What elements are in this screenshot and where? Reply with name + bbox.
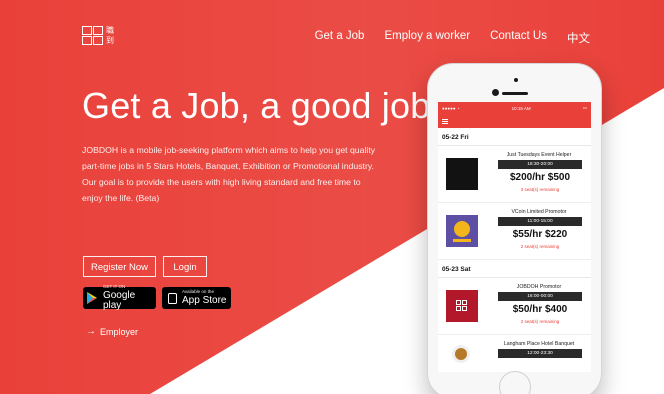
phone-mockup: ●●●●● ◔ 10:15 AM ▭ 05-22 Fri Just Tuesda… bbox=[427, 63, 602, 394]
job-time: 11:00-15:00 bbox=[498, 217, 582, 226]
phone-sensor-icon bbox=[514, 78, 518, 82]
nav-contact-us[interactable]: Contact Us bbox=[490, 30, 547, 46]
app-store-small-text: Available on the bbox=[182, 289, 214, 295]
phone-app-bar bbox=[438, 114, 591, 128]
hero-description: JOBDOH is a mobile job-seeking platform … bbox=[82, 142, 382, 206]
job-card[interactable]: Langham Place Hotel Banquet 12:00-23:30 bbox=[438, 335, 591, 372]
jobdoh-logo-icon bbox=[456, 300, 468, 312]
job-name: Just Tuesdays Event Helper bbox=[506, 152, 572, 158]
register-button[interactable]: Register Now bbox=[83, 256, 156, 277]
nav-language-chinese[interactable]: 中文 bbox=[567, 30, 590, 46]
jobdoh-logo[interactable]: 職到 bbox=[82, 26, 122, 46]
job-price: $50/hr $400 bbox=[512, 304, 568, 315]
top-nav: Get a Job Employ a worker Contact Us 中文 bbox=[315, 30, 590, 46]
job-seats-remaining: 2 seat(s) remaining bbox=[520, 244, 560, 249]
job-name: VCoin Limited Promotor bbox=[511, 209, 567, 215]
battery-icon: ▭ bbox=[582, 105, 587, 110]
hero-title: Get a Job, a good job bbox=[82, 85, 431, 126]
app-store-big-text: App Store bbox=[182, 294, 227, 306]
date-header: 05-23 Sat bbox=[438, 260, 591, 278]
google-play-badge[interactable]: GET IT ON Google play bbox=[83, 284, 156, 311]
phone-camera-icon bbox=[492, 89, 499, 96]
job-seats-remaining: 2 seat(s) remaining bbox=[520, 319, 560, 324]
job-price: $55/hr $220 bbox=[512, 229, 568, 240]
menu-icon[interactable] bbox=[442, 118, 448, 124]
phone-screen: ●●●●● ◔ 10:15 AM ▭ 05-22 Fri Just Tuesda… bbox=[438, 102, 591, 372]
job-price: $200/hr $500 bbox=[509, 172, 571, 183]
job-card[interactable]: Just Tuesdays Event Helper 18:30-20:00 $… bbox=[438, 146, 591, 203]
apple-icon bbox=[166, 291, 178, 305]
employer-link[interactable]: → Employer bbox=[86, 326, 139, 338]
job-card[interactable]: JOBDOH Promotor 16:00-00:00 $50/hr $400 … bbox=[438, 278, 591, 335]
job-name: JOBDOH Promotor bbox=[516, 284, 562, 290]
google-play-small-text: GET IT ON bbox=[102, 284, 126, 290]
google-play-big-text: Google play bbox=[102, 289, 136, 311]
job-seats-remaining: 3 seat(s) remaining bbox=[520, 187, 560, 192]
job-thumbnail bbox=[446, 158, 478, 190]
job-name: Langham Place Hotel Banquet bbox=[503, 341, 575, 347]
job-time: 16:00-00:00 bbox=[498, 292, 582, 301]
phone-status-bar: ●●●●● ◔ 10:15 AM ▭ bbox=[438, 102, 591, 114]
date-header: 05-22 Fri bbox=[438, 128, 591, 146]
hero-description-line-1: JOBDOH is a mobile job-seeking platform … bbox=[82, 145, 376, 171]
job-thumbnail bbox=[452, 345, 470, 363]
phone-home-button bbox=[499, 371, 531, 394]
nav-employ-a-worker[interactable]: Employ a worker bbox=[384, 30, 470, 46]
job-thumbnail bbox=[446, 215, 478, 247]
status-time: 10:15 AM bbox=[511, 105, 531, 111]
logo-chinese-text: 職到 bbox=[106, 26, 115, 45]
login-button[interactable]: Login bbox=[163, 256, 207, 277]
job-thumbnail bbox=[446, 290, 478, 322]
logo-mark-icon bbox=[82, 26, 104, 46]
hero: 職到 Get a Job Employ a worker Contact Us … bbox=[0, 0, 664, 394]
app-store-badge[interactable]: Available on the App Store bbox=[162, 287, 231, 309]
google-play-icon bbox=[87, 291, 99, 305]
nav-get-a-job[interactable]: Get a Job bbox=[315, 30, 365, 46]
employer-link-label: Employer bbox=[100, 327, 139, 337]
arrow-right-icon: → bbox=[86, 326, 96, 337]
job-card[interactable]: VCoin Limited Promotor 11:00-15:00 $55/h… bbox=[438, 203, 591, 260]
phone-speaker bbox=[502, 92, 528, 95]
signal-icon: ●●●●● ◔ bbox=[442, 105, 460, 111]
job-time: 12:00-23:30 bbox=[498, 349, 582, 358]
job-time: 18:30-20:00 bbox=[498, 160, 582, 169]
hero-description-line-2: Our goal is to provide the users with hi… bbox=[82, 177, 361, 203]
